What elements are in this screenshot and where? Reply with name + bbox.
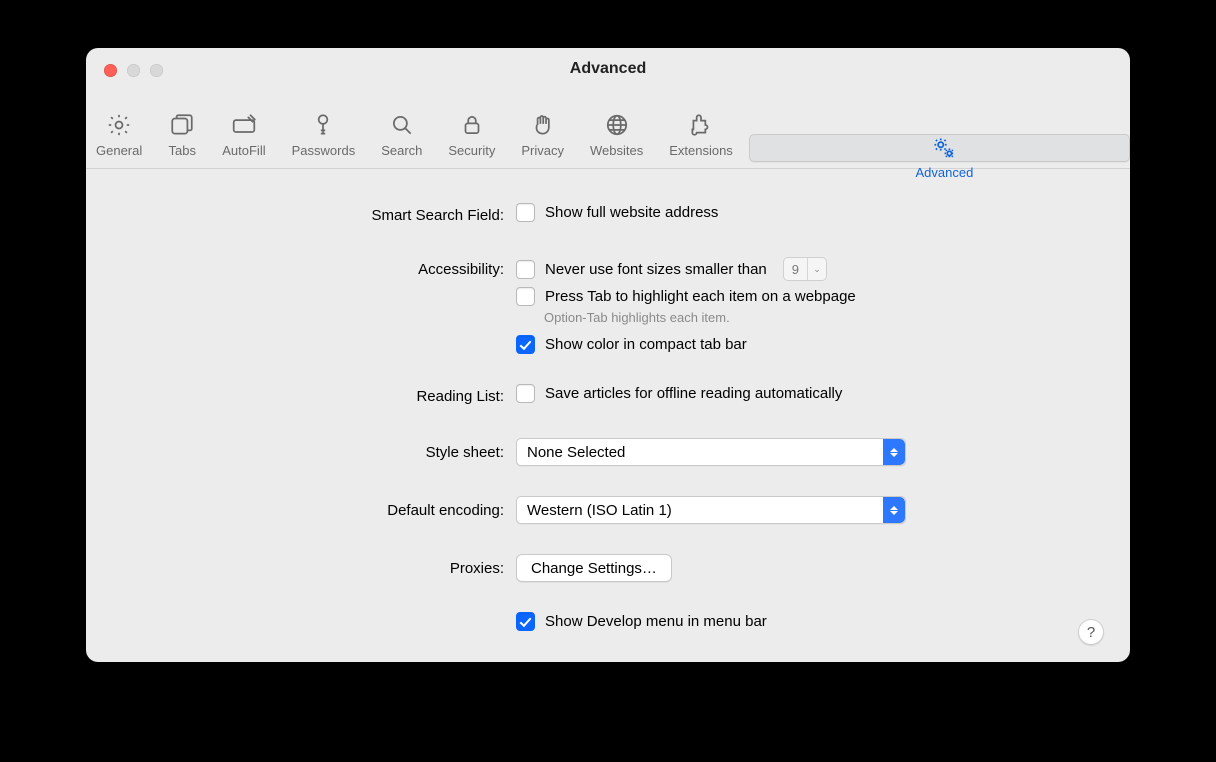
key-icon (309, 111, 337, 139)
chevron-down-icon[interactable]: ⌄ (807, 258, 826, 280)
tab-security[interactable]: Security (438, 105, 505, 162)
updown-icon (883, 497, 905, 523)
titlebar: Advanced (86, 48, 1130, 92)
toolbar-label: AutoFill (222, 143, 265, 158)
opt-show-full-address: Show full website address (545, 204, 718, 221)
help-icon: ? (1087, 624, 1095, 641)
toolbar-label: General (96, 143, 142, 158)
checkbox-show-color-compact[interactable] (516, 335, 535, 354)
toolbar-label: Search (381, 143, 422, 158)
opt-min-font-size: Never use font sizes smaller than (545, 261, 767, 278)
tabs-icon (168, 111, 196, 139)
updown-icon (883, 439, 905, 465)
stylesheet-value: None Selected (527, 444, 625, 461)
gear-icon (105, 111, 133, 139)
toolbar-label: Websites (590, 143, 643, 158)
checkbox-show-develop-menu[interactable] (516, 612, 535, 631)
stylesheet-select[interactable]: None Selected (516, 438, 906, 466)
opt-save-offline: Save articles for offline reading automa… (545, 385, 842, 402)
toolbar-label: Tabs (169, 143, 196, 158)
toolbar-label: Security (448, 143, 495, 158)
globe-icon (603, 111, 631, 139)
window-title: Advanced (86, 60, 1130, 78)
puzzle-icon (687, 111, 715, 139)
label-smart-search: Smart Search Field: (130, 203, 516, 227)
encoding-select[interactable]: Western (ISO Latin 1) (516, 496, 906, 524)
tab-general[interactable]: General (86, 105, 152, 162)
advanced-pane: Smart Search Field: Show full website ad… (86, 169, 1130, 662)
tab-websites[interactable]: Websites (580, 105, 653, 162)
tab-extensions[interactable]: Extensions (659, 105, 743, 162)
label-reading-list: Reading List: (130, 384, 516, 408)
prefs-toolbar: General Tabs AutoFill Passwords Search S… (86, 92, 1130, 169)
opt-show-color-compact: Show color in compact tab bar (545, 336, 747, 353)
checkbox-show-full-address[interactable] (516, 203, 535, 222)
preferences-window: Advanced General Tabs AutoFill Passwords… (86, 48, 1130, 662)
encoding-value: Western (ISO Latin 1) (527, 502, 672, 519)
checkbox-min-font-size[interactable] (516, 260, 535, 279)
min-font-size-value: 9 (784, 262, 807, 277)
change-settings-button[interactable]: Change Settings… (516, 554, 672, 582)
checkbox-press-tab[interactable] (516, 287, 535, 306)
autofill-icon (230, 111, 258, 139)
tab-passwords[interactable]: Passwords (282, 105, 366, 162)
min-font-size-stepper[interactable]: 9 ⌄ (783, 257, 827, 281)
tab-advanced[interactable]: Advanced (749, 134, 1130, 162)
toolbar-label: Privacy (521, 143, 564, 158)
label-accessibility: Accessibility: (130, 257, 516, 281)
checkbox-save-offline[interactable] (516, 384, 535, 403)
opt-show-develop-menu: Show Develop menu in menu bar (545, 613, 767, 630)
label-default-encoding: Default encoding: (130, 496, 516, 522)
lock-icon (458, 111, 486, 139)
tab-autofill[interactable]: AutoFill (212, 105, 275, 162)
help-button[interactable]: ? (1078, 619, 1104, 645)
toolbar-label: Extensions (669, 143, 733, 158)
gears-icon (930, 135, 958, 161)
label-proxies: Proxies: (130, 554, 516, 580)
tab-search[interactable]: Search (371, 105, 432, 162)
hint-option-tab: Option-Tab highlights each item. (544, 310, 856, 325)
search-icon (388, 111, 416, 139)
hand-icon (529, 111, 557, 139)
tab-privacy[interactable]: Privacy (511, 105, 574, 162)
toolbar-label: Passwords (292, 143, 356, 158)
tab-tabs[interactable]: Tabs (158, 105, 206, 162)
opt-press-tab: Press Tab to highlight each item on a we… (545, 288, 856, 305)
label-style-sheet: Style sheet: (130, 438, 516, 464)
change-settings-label: Change Settings… (531, 560, 657, 577)
